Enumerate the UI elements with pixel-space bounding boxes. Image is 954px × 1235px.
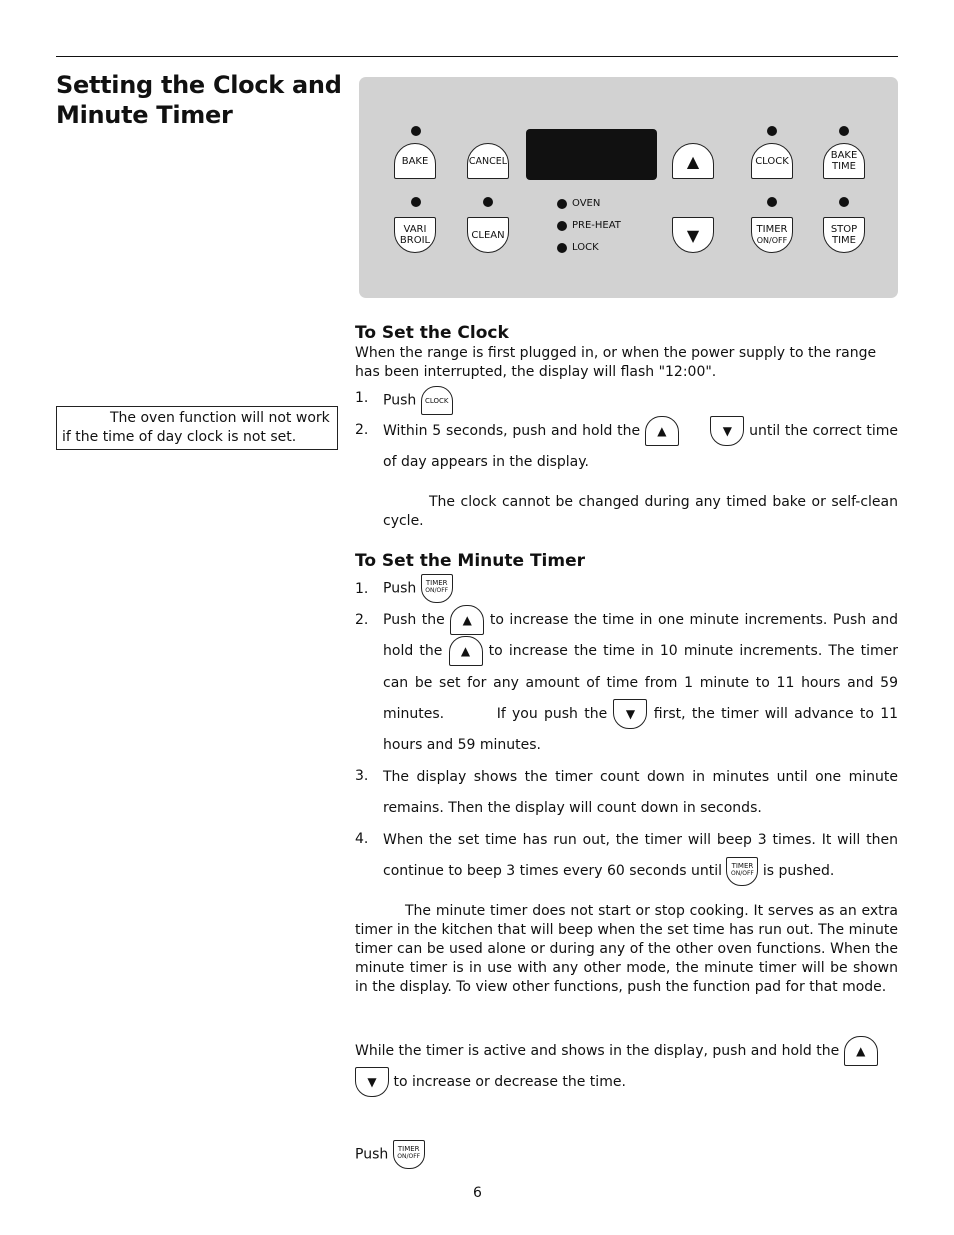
down-arrow-key-icon: ▼ <box>710 416 745 446</box>
up-arrow-key[interactable]: ▲ <box>672 143 714 179</box>
clock-step-2: 2. Within 5 seconds, push and hold the ▲… <box>355 416 898 476</box>
bake-time-key[interactable]: BAKE TIME <box>823 143 865 179</box>
stop-time-indicator-dot <box>839 197 849 207</box>
clean-key[interactable]: CLEAN <box>467 217 509 253</box>
indicator-oven: OVEN <box>557 198 600 209</box>
control-panel: BAKE CANCEL VARI BROIL CLEAN OVEN PRE-HEA… <box>359 77 898 298</box>
timer-note: The minute timer does not start or stop … <box>355 903 898 995</box>
lock-light-icon <box>557 242 567 253</box>
down-arrow-key-icon: ▼ <box>613 698 648 729</box>
bake-indicator-dot <box>411 126 421 136</box>
clock-key[interactable]: CLOCK <box>751 143 793 179</box>
down-arrow-icon: ▼ <box>686 225 700 245</box>
timer-on-off-key-icon: TIMER ON/OFF <box>392 1140 425 1169</box>
down-arrow-key[interactable]: ▼ <box>672 217 714 253</box>
timer-heading: To Set the Minute Timer <box>355 551 586 571</box>
timer-on-off-key-icon: TIMER ON/OFF <box>420 574 453 603</box>
timer-on-off-key-icon: TIMER ON/OFF <box>726 856 759 886</box>
indicator-preheat: PRE-HEAT <box>557 220 621 231</box>
clock-key-icon: CLOCK <box>420 386 453 415</box>
bake-time-indicator-dot <box>839 126 849 136</box>
timer-section: To Set the Minute Timer <box>355 550 898 572</box>
timer-step-2: 2. Push the ▲ to increase the time in on… <box>355 605 898 755</box>
bake-key[interactable]: BAKE <box>394 143 436 179</box>
up-arrow-key-icon: ▲ <box>450 605 485 635</box>
vari-broil-key[interactable]: VARI BROIL <box>394 217 436 253</box>
clean-indicator-dot <box>483 197 493 207</box>
cancel-key[interactable]: CANCEL <box>467 143 509 179</box>
up-arrow-icon: ▲ <box>686 151 700 171</box>
down-arrow-key-icon: ▼ <box>355 1067 389 1097</box>
up-arrow-key-icon: ▲ <box>843 1036 878 1066</box>
timer-step-1: 1. Push TIMER ON/OFF <box>355 574 898 604</box>
cancel-timer-text: Push TIMER ON/OFF <box>355 1140 898 1169</box>
note-box: The oven function will not work if the t… <box>56 406 338 450</box>
timer-indicator-dot <box>767 197 777 207</box>
page-number: 6 <box>473 1185 482 1201</box>
preheat-light-icon <box>557 220 567 231</box>
display-screen <box>526 129 657 180</box>
up-arrow-key-icon: ▲ <box>448 636 483 667</box>
timer-on-off-key[interactable]: TIMER ON/OFF <box>751 217 793 253</box>
clock-note: The clock cannot be changed during any t… <box>383 494 898 529</box>
up-arrow-key-icon: ▲ <box>644 416 679 446</box>
page-title: Setting the Clock and Minute Timer <box>56 71 342 129</box>
timer-step-4: 4. When the set time has run out, the ti… <box>355 825 898 887</box>
clock-step-1: 1. Push CLOCK <box>355 386 898 416</box>
clock-intro: When the range is first plugged in, or w… <box>355 345 877 380</box>
oven-light-icon <box>557 198 567 209</box>
clock-section: To Set the Clock When the range is first… <box>355 322 898 382</box>
clock-heading: To Set the Clock <box>355 323 509 343</box>
timer-step-3: 3. The display shows the timer count dow… <box>355 768 898 816</box>
vari-broil-indicator-dot <box>411 197 421 207</box>
clock-indicator-dot <box>767 126 777 136</box>
change-timer-text: While the timer is active and shows in t… <box>355 1036 898 1098</box>
indicator-lock: LOCK <box>557 242 599 253</box>
stop-time-key[interactable]: STOP TIME <box>823 217 865 253</box>
header-rule <box>56 56 898 57</box>
